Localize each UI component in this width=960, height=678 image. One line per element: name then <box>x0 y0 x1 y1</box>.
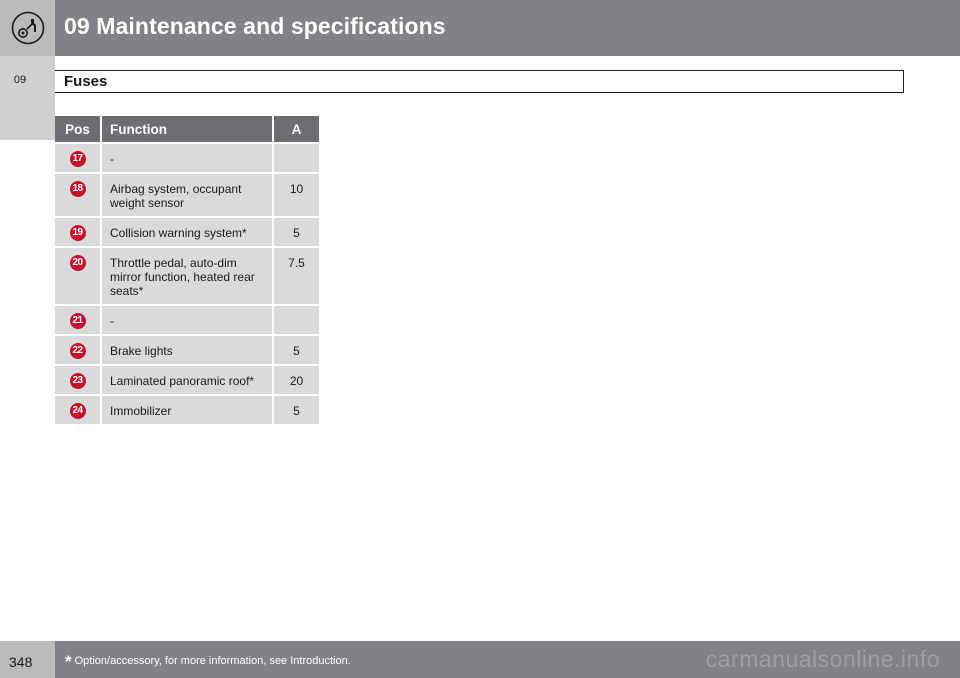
fuse-function: Immobilizer <box>101 394 274 424</box>
fuse-table: Pos Function A 17 - 18 Airbag system, oc… <box>55 116 319 424</box>
chapter-icon-box <box>0 0 55 56</box>
watermark: carmanualsonline.info <box>705 646 940 672</box>
fuse-number-badge: 20 <box>69 255 86 271</box>
fuse-amps: 7.5 <box>273 246 319 305</box>
table-row: 19 Collision warning system* 5 <box>55 216 319 247</box>
fuse-amps <box>273 142 319 173</box>
footnote-text: Option/accessory, for more information, … <box>74 655 351 667</box>
fuse-function: Collision warning system* <box>101 216 274 247</box>
fuse-function: Laminated panoramic roof* <box>101 364 274 395</box>
fuse-number-badge: 21 <box>69 313 86 329</box>
table-row: 23 Laminated panoramic roof* 20 <box>55 364 319 395</box>
table-row: 20 Throttle pedal, auto-dim mirror funct… <box>55 246 319 305</box>
fuse-function: Brake lights <box>101 334 274 365</box>
fuse-function: Throttle pedal, auto-dim mirror function… <box>101 246 274 305</box>
fuse-function: - <box>101 142 274 173</box>
chapter-side-tab <box>0 56 55 140</box>
footnote: * Option/accessory, for more information,… <box>65 652 351 672</box>
fuse-amps: 5 <box>273 216 319 247</box>
fuse-number-badge: 23 <box>69 373 86 389</box>
fuse-amps <box>273 304 319 335</box>
table-row: 22 Brake lights 5 <box>55 334 319 365</box>
header-function: Function <box>101 116 274 143</box>
fuse-amps: 5 <box>273 394 319 424</box>
chapter-title: 09 Maintenance and specifications <box>64 13 446 39</box>
fuse-number-badge: 19 <box>69 225 86 241</box>
fuse-number-badge: 18 <box>69 181 86 197</box>
section-title-box <box>55 70 904 93</box>
page-number: 348 <box>9 654 33 670</box>
fuse-number-badge: 17 <box>69 151 86 167</box>
side-tab-label: 09 <box>13 74 27 86</box>
table-row: 24 Immobilizer 5 <box>55 394 319 424</box>
fuse-number-badge: 24 <box>69 403 86 419</box>
table-row: 21 - <box>55 304 319 335</box>
table-header-row: Pos Function A <box>55 116 319 143</box>
fuse-function: Airbag system, occupant weight sensor <box>101 172 274 217</box>
fuse-amps: 10 <box>273 172 319 217</box>
fuse-number-badge: 22 <box>69 343 86 359</box>
table-row: 18 Airbag system, occupant weight sensor… <box>55 172 319 217</box>
header-pos: Pos <box>55 116 102 143</box>
table-row: 17 - <box>55 142 319 173</box>
footnote-marker: * <box>65 652 72 671</box>
section-title: Fuses <box>64 73 108 90</box>
fuse-amps: 20 <box>273 364 319 395</box>
wrench-gear-icon <box>11 11 44 45</box>
fuse-amps: 5 <box>273 334 319 365</box>
header-amps: A <box>273 116 319 143</box>
fuse-function: - <box>101 304 274 335</box>
